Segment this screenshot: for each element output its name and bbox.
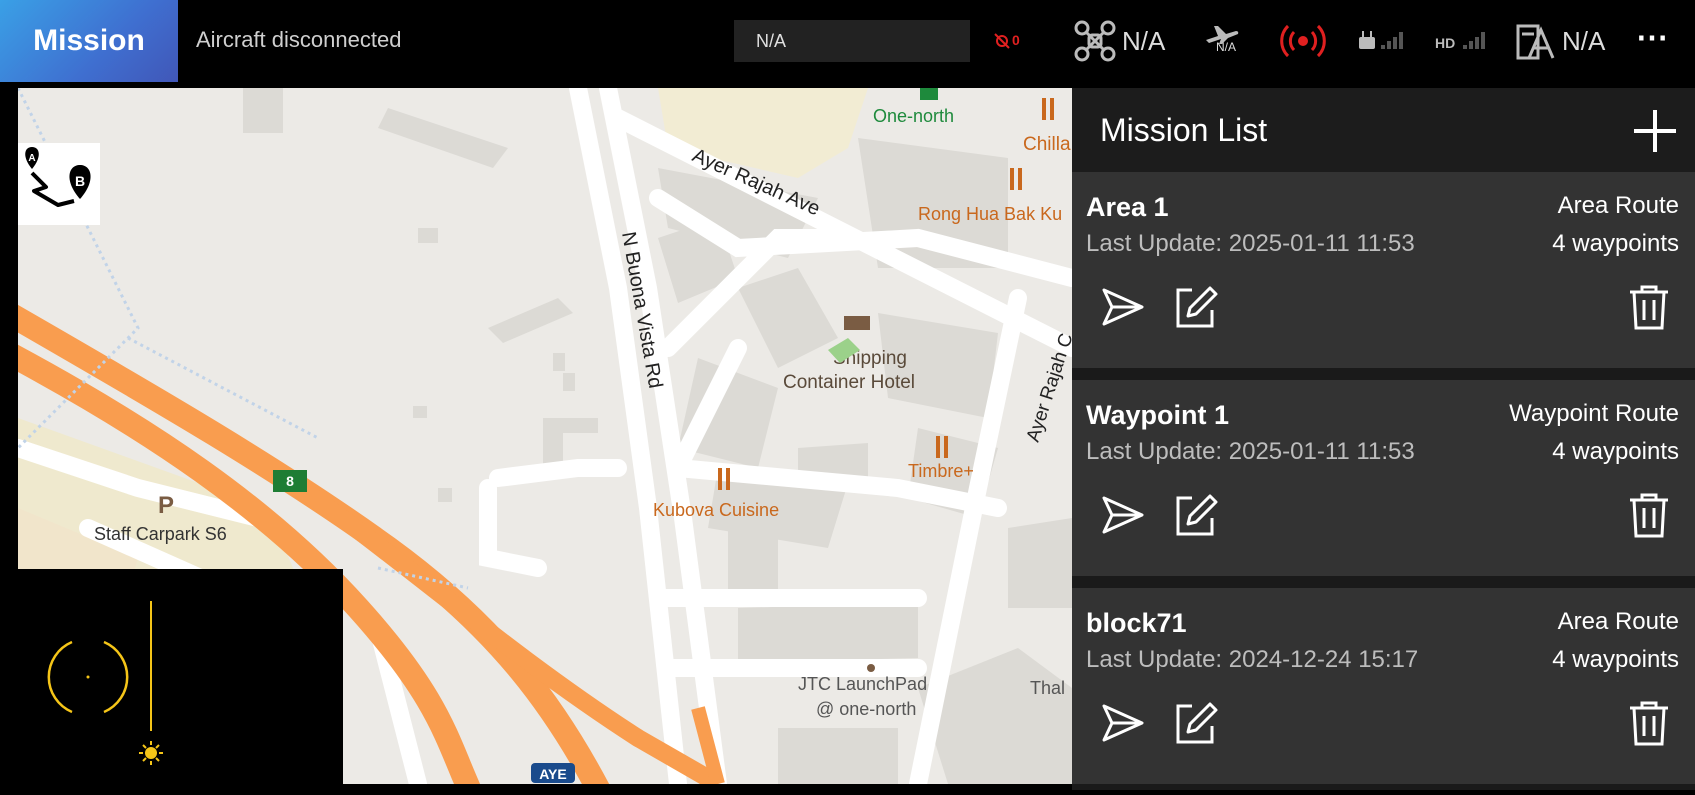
connection-status: Aircraft disconnected bbox=[196, 27, 402, 52]
mission-waypoint-count: 4 waypoints bbox=[1552, 230, 1679, 257]
mission-name: Area 1 bbox=[1086, 192, 1169, 222]
edit-icon[interactable] bbox=[1170, 490, 1220, 540]
alert-count: 0 bbox=[1012, 32, 1020, 48]
mission-last-update: Last Update: 2025-01-11 11:53 bbox=[1086, 230, 1415, 257]
flight-mode-value: N/A bbox=[1216, 40, 1237, 54]
map-label-chilla: Chilla bbox=[1023, 134, 1071, 155]
aircraft-status-value: N/A bbox=[1122, 26, 1166, 56]
map-label-container-hotel: Container Hotel bbox=[783, 372, 915, 393]
station-icon bbox=[920, 88, 938, 100]
mission-waypoint-count: 4 waypoints bbox=[1552, 646, 1679, 673]
mission-name: Waypoint 1 bbox=[1086, 400, 1230, 430]
drone-icon[interactable] bbox=[1073, 19, 1117, 63]
delete-icon[interactable] bbox=[1624, 490, 1674, 540]
radar-signal-icon[interactable] bbox=[1280, 18, 1326, 64]
hotel-icon bbox=[844, 316, 870, 330]
top-bar: Mission Aircraft disconnected N/A 0 N/A … bbox=[0, 0, 1695, 82]
restaurant-icon bbox=[936, 436, 940, 458]
mission-button[interactable]: Mission bbox=[0, 0, 178, 82]
edit-icon[interactable] bbox=[1170, 698, 1220, 748]
add-mission-icon[interactable] bbox=[1632, 108, 1678, 154]
status-field[interactable]: N/A bbox=[734, 20, 970, 62]
map-label-kubova: Kubova Cuisine bbox=[653, 500, 779, 520]
hd-video-signal-icon[interactable]: HD bbox=[1435, 28, 1491, 52]
ab-label-a: A bbox=[28, 153, 35, 164]
mission-waypoint-count: 4 waypoints bbox=[1552, 438, 1679, 465]
map-label-staff-carpark: Staff Carpark S6 bbox=[94, 524, 227, 544]
mission-list-header: Mission List bbox=[1072, 88, 1695, 172]
sun-icon bbox=[139, 741, 163, 765]
ab-route-icon: A B bbox=[25, 147, 91, 207]
map-label-thal: Thal bbox=[1030, 678, 1065, 698]
delete-icon[interactable] bbox=[1624, 282, 1674, 332]
map-label-jtc-launchpad: JTC LaunchPad bbox=[798, 674, 927, 694]
edit-icon[interactable] bbox=[1170, 282, 1220, 332]
mission-last-update: Last Update: 2024-12-24 15:17 bbox=[1086, 646, 1419, 673]
restaurant-icon bbox=[1042, 98, 1046, 120]
map-label-rong-hua: Rong Hua Bak Ku bbox=[918, 204, 1062, 224]
mission-card[interactable]: Waypoint 1 Last Update: 2025-01-11 11:53… bbox=[1072, 380, 1695, 576]
warning-icon[interactable] bbox=[993, 32, 1011, 50]
ab-route-button[interactable]: A B bbox=[18, 143, 100, 225]
mission-name: block71 bbox=[1086, 608, 1187, 638]
map-label-timbre: Timbre+ bbox=[908, 461, 974, 481]
mission-list-title: Mission List bbox=[1100, 112, 1268, 148]
svg-text:HD: HD bbox=[1435, 35, 1455, 51]
send-icon[interactable] bbox=[1098, 490, 1148, 540]
mission-list-panel: Mission List Area 1 Last Update: 2025-01… bbox=[1072, 88, 1695, 790]
more-options-icon[interactable]: ⋯ bbox=[1636, 18, 1668, 56]
mission-last-update: Last Update: 2025-01-11 11:53 bbox=[1086, 438, 1415, 465]
gps-satellite-count: N/A bbox=[1562, 26, 1606, 56]
compass-icon bbox=[47, 601, 163, 765]
map-label-aye: AYE bbox=[539, 766, 567, 782]
mission-route-type: Area Route bbox=[1557, 192, 1679, 219]
remote-controller-signal-icon[interactable] bbox=[1357, 28, 1409, 52]
attitude-indicator bbox=[0, 569, 343, 790]
map-label-parking: P bbox=[158, 492, 174, 519]
map-label-route-8: 8 bbox=[286, 473, 294, 489]
gps-satellite-icon[interactable] bbox=[1515, 20, 1555, 62]
ab-label-b: B bbox=[75, 173, 85, 189]
mission-route-type: Waypoint Route bbox=[1509, 400, 1679, 427]
restaurant-icon bbox=[718, 468, 722, 490]
mission-card[interactable]: Area 1 Last Update: 2025-01-11 11:53 Are… bbox=[1072, 172, 1695, 368]
map-label-one-north-jtc: @ one-north bbox=[816, 699, 916, 719]
delete-icon[interactable] bbox=[1624, 698, 1674, 748]
mission-route-type: Area Route bbox=[1557, 608, 1679, 635]
mission-card[interactable]: block71 Last Update: 2024-12-24 15:17 Ar… bbox=[1072, 588, 1695, 784]
send-icon[interactable] bbox=[1098, 282, 1148, 332]
map-label-one-north: One-north bbox=[873, 106, 954, 126]
send-icon[interactable] bbox=[1098, 698, 1148, 748]
restaurant-icon bbox=[1010, 168, 1014, 190]
